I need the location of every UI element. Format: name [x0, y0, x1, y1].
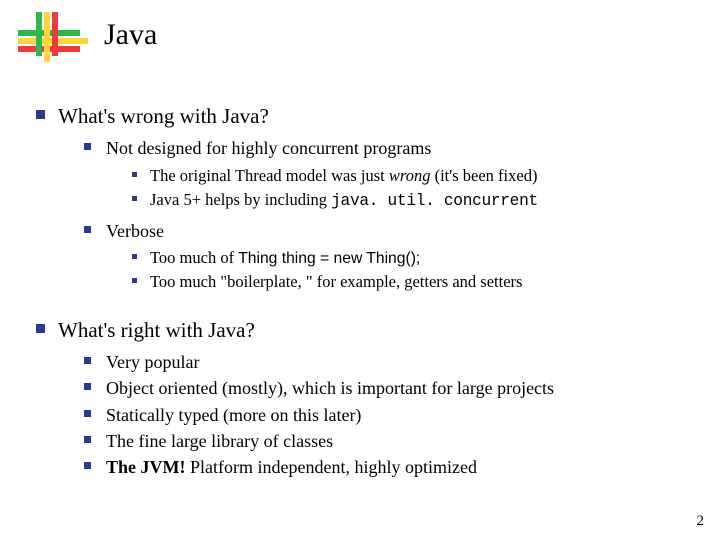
- text-emphasis: wrong: [389, 166, 435, 185]
- bullet-icon: [132, 254, 137, 259]
- bullet-concurrent: Not designed for highly concurrent progr…: [84, 136, 690, 212]
- bullet-icon: [84, 143, 91, 150]
- bullet-text: Verbose: [106, 221, 164, 241]
- bullet-thing: Too much of Thing thing = new Thing();: [132, 247, 690, 269]
- text-bold: The JVM!: [106, 457, 190, 477]
- bullet-icon: [132, 196, 137, 201]
- bullet-icon: [36, 110, 45, 119]
- bullet-icon: [84, 357, 91, 364]
- text-code: Thing thing = new Thing();: [238, 250, 420, 267]
- bullet-icon: [84, 436, 91, 443]
- bullet-icon: [36, 324, 45, 333]
- bullet-text: Object oriented (mostly), which is impor…: [106, 378, 554, 398]
- text-part: The original Thread model was just: [150, 166, 389, 185]
- bullet-text: Too much "boilerplate, " for example, ge…: [150, 272, 522, 291]
- bullet-icon: [84, 226, 91, 233]
- bullet-text: What's right with Java?: [58, 318, 255, 342]
- bullet-icon: [132, 278, 137, 283]
- bullet-jvm: The JVM! Platform independent, highly op…: [84, 455, 690, 479]
- text-part: (it's been fixed): [435, 166, 538, 185]
- bullet-verbose: Verbose Too much of Thing thing = new Th…: [84, 219, 690, 294]
- slide-title: Java: [104, 18, 157, 52]
- bullet-oo: Object oriented (mostly), which is impor…: [84, 376, 690, 400]
- bullet-icon: [84, 383, 91, 390]
- bullet-wrong: What's wrong with Java? Not designed for…: [36, 102, 690, 294]
- bullet-text: Statically typed (more on this later): [106, 405, 361, 425]
- bullet-text: Very popular: [106, 352, 199, 372]
- bullet-text: The fine large library of classes: [106, 431, 333, 451]
- page-number: 2: [697, 513, 705, 530]
- bullet-icon: [84, 410, 91, 417]
- bullet-popular: Very popular: [84, 350, 690, 374]
- text-part: Platform independent, highly optimized: [190, 457, 477, 477]
- bullet-java5: Java 5+ helps by including java. util. c…: [132, 189, 690, 213]
- bullet-right: What's right with Java? Very popular Obj…: [36, 316, 690, 480]
- text-code: java. util. concurrent: [331, 192, 538, 210]
- bullet-library: The fine large library of classes: [84, 429, 690, 453]
- bullet-static: Statically typed (more on this later): [84, 403, 690, 427]
- text-part: Java 5+ helps by including: [150, 190, 331, 209]
- bullet-text: What's wrong with Java?: [58, 104, 269, 128]
- bullet-text: Not designed for highly concurrent progr…: [106, 138, 431, 158]
- slide: { "title": "Java", "page_number": "2", "…: [0, 0, 720, 540]
- text-part: Too much of: [150, 248, 238, 267]
- slide-body: What's wrong with Java? Not designed for…: [36, 100, 690, 485]
- bullet-thread-model: The original Thread model was just wrong…: [132, 165, 690, 187]
- bullet-icon: [132, 172, 137, 177]
- bullet-icon: [84, 462, 91, 469]
- logo-icon: [18, 12, 88, 62]
- bullet-boilerplate: Too much "boilerplate, " for example, ge…: [132, 271, 690, 293]
